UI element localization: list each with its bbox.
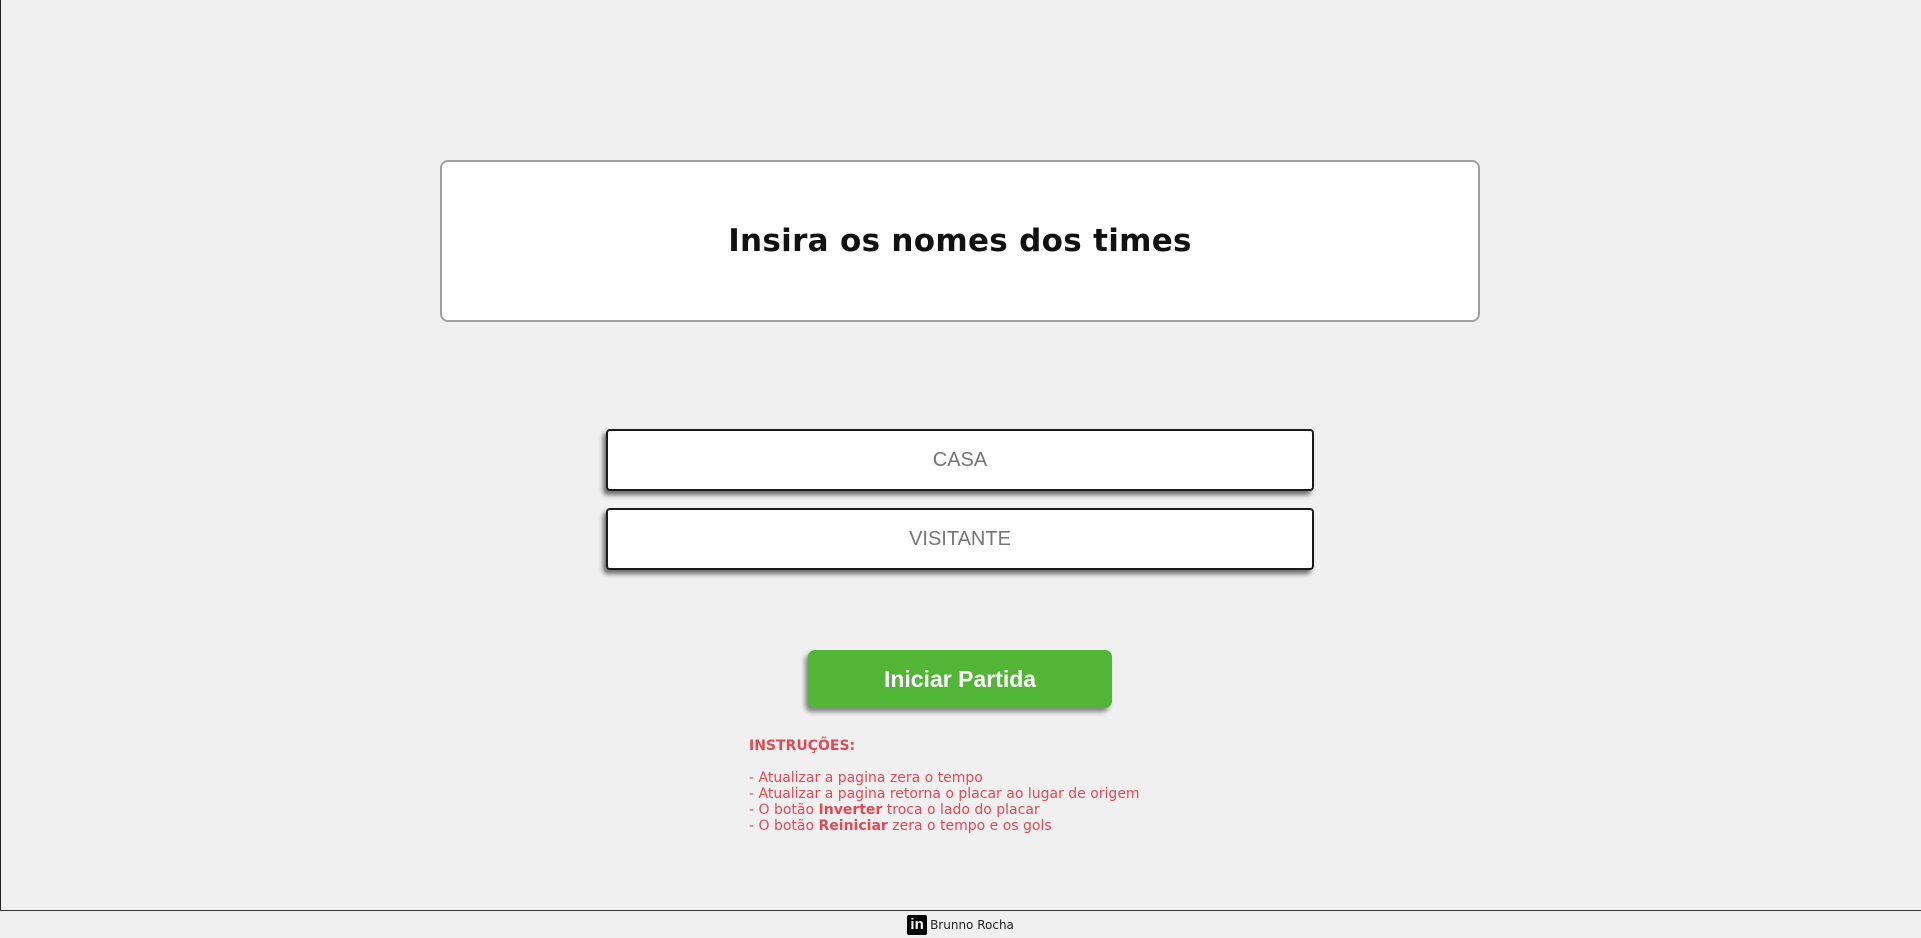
footer: in Brunno Rocha bbox=[0, 910, 1921, 938]
instructions-heading: INSTRUÇÕES: bbox=[749, 738, 856, 754]
home-team-input[interactable] bbox=[606, 429, 1314, 491]
instruction-line-1: - Atualizar a pagina zera o tempo bbox=[749, 770, 983, 786]
start-match-button[interactable]: Iniciar Partida bbox=[808, 650, 1112, 708]
instruction-line-4-suffix: zera o tempo e os gols bbox=[887, 818, 1052, 834]
reset-button-name: Reiniciar bbox=[818, 818, 888, 834]
author-name: Brunno Rocha bbox=[930, 917, 1014, 932]
linkedin-icon: in bbox=[907, 914, 928, 935]
away-team-input[interactable] bbox=[606, 508, 1314, 570]
instruction-line-4-prefix: - O botão bbox=[749, 818, 819, 834]
instruction-line-3: - O botão Inverter troca o lado do placa… bbox=[749, 802, 1140, 818]
instruction-line-3-suffix: troca o lado do placar bbox=[882, 802, 1040, 818]
title-card: Insira os nomes dos times bbox=[440, 160, 1480, 322]
instruction-line-4: - O botão Reiniciar zera o tempo e os go… bbox=[749, 818, 1140, 834]
page-title: Insira os nomes dos times bbox=[728, 223, 1192, 259]
linkedin-profile-link[interactable]: in Brunno Rocha bbox=[907, 914, 1014, 935]
instruction-line-3-prefix: - O botão bbox=[749, 802, 819, 818]
instructions-section: INSTRUÇÕES: - Atualizar a pagina zera o … bbox=[749, 738, 1140, 834]
window-left-border bbox=[0, 0, 1, 910]
instruction-line-2: - Atualizar a pagina retorna o placar ao… bbox=[749, 786, 1140, 802]
invert-button-name: Inverter bbox=[818, 802, 883, 818]
